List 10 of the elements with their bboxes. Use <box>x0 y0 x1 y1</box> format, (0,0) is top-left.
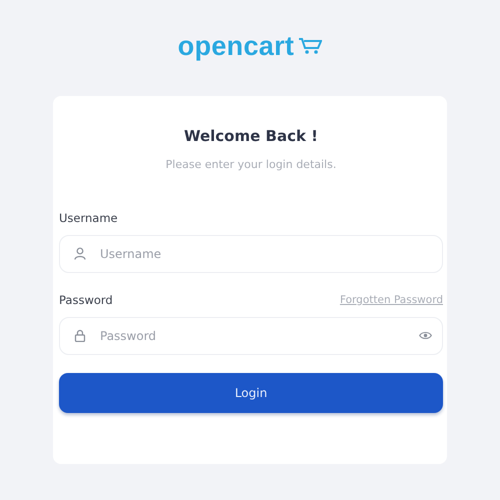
eye-icon[interactable] <box>419 331 432 340</box>
username-field[interactable]: Username <box>59 235 443 273</box>
field-label: Password <box>59 293 113 307</box>
password-field[interactable]: Password <box>59 317 443 355</box>
card-title: Welcome Back ! <box>184 126 318 146</box>
field-label: Username <box>59 211 118 225</box>
logo-text: opencart <box>178 31 294 61</box>
login-button[interactable]: Login <box>59 373 443 413</box>
card-subtitle: Please enter your login details. <box>166 158 336 171</box>
cart-icon <box>298 37 322 55</box>
